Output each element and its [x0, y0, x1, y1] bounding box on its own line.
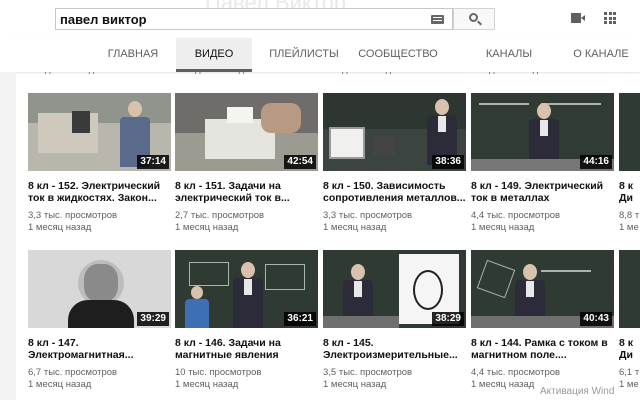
- video-title[interactable]: ток в металлах: [471, 192, 616, 205]
- video-duration: 40:43: [580, 312, 612, 326]
- video-title[interactable]: магнитные явления: [175, 349, 320, 362]
- video-duration: 38:36: [432, 155, 464, 169]
- video-views: 4,4 тыс. просмотров: [471, 210, 561, 221]
- video-thumbnail[interactable]: 38:29: [323, 250, 466, 328]
- video-views: 3,3 тыс. просмотров: [323, 210, 413, 221]
- video-age: 1 месяц назад: [471, 222, 535, 233]
- tab-playlists[interactable]: ПЛЕЙЛИСТЫ: [266, 38, 342, 72]
- video-duration: 42:54: [284, 155, 316, 169]
- video-age: 1 месяц назад: [323, 222, 387, 233]
- video-views: 4,4 тыс. просмотров: [471, 367, 561, 378]
- video-views: 6,1 т: [619, 367, 640, 378]
- video-thumbnail[interactable]: 44:16: [471, 93, 614, 171]
- video-duration: 39:29: [137, 312, 169, 326]
- video-age: 1 месяц назад: [175, 222, 239, 233]
- activation-watermark: Активация Wind: [540, 386, 615, 397]
- video-views: 8,8 т: [619, 210, 640, 221]
- video-duration: 44:16: [580, 155, 612, 169]
- video-views: 10 тыс. просмотров: [175, 367, 262, 378]
- video-views: 6,7 тыс. просмотров: [28, 367, 118, 378]
- video-title[interactable]: Электроизмерительные...: [323, 349, 468, 362]
- video-thumbnail[interactable]: 39:29: [28, 250, 171, 328]
- search-input[interactable]: павел виктор: [55, 8, 453, 30]
- video-title[interactable]: ток в жидкостях. Закон...: [28, 192, 173, 205]
- video-views: 2,7 тыс. просмотров: [175, 210, 265, 221]
- video-thumbnail[interactable]: 42:54: [175, 93, 318, 171]
- tab-channels[interactable]: КАНАЛЫ: [476, 38, 542, 72]
- video-thumbnail[interactable]: [619, 93, 640, 171]
- video-thumbnail[interactable]: 37:14: [28, 93, 171, 171]
- keyboard-icon[interactable]: [431, 15, 444, 24]
- search-query: павел виктор: [60, 12, 147, 27]
- video-title[interactable]: электрический ток в...: [175, 192, 320, 205]
- video-thumbnail[interactable]: [619, 250, 640, 328]
- video-views: 3,5 тыс. просмотров: [323, 367, 413, 378]
- video-age: 1 месяц назад: [323, 379, 387, 390]
- search-button[interactable]: [453, 8, 495, 30]
- video-title[interactable]: Ди: [619, 349, 640, 362]
- video-views: 3,3 тыс. просмотров: [28, 210, 118, 221]
- tab-community[interactable]: СООБЩЕСТВО: [350, 38, 446, 72]
- video-duration: 37:14: [137, 155, 169, 169]
- video-title[interactable]: магнитном поле....: [471, 349, 616, 362]
- video-age: 1 месяц назад: [175, 379, 239, 390]
- video-title[interactable]: Электромагнитная...: [28, 349, 173, 362]
- video-thumbnail[interactable]: 40:43: [471, 250, 614, 328]
- video-age: 1 месяц назад: [28, 379, 92, 390]
- video-age: 1 месяц назад: [28, 222, 92, 233]
- masthead: Павел Виктор павел виктор: [0, 0, 640, 38]
- video-title[interactable]: сопротивления металлов...: [323, 192, 468, 205]
- channel-tabs: ГЛАВНАЯ ВИДЕО ПЛЕЙЛИСТЫ СООБЩЕСТВО КАНАЛ…: [0, 38, 640, 72]
- video-title[interactable]: Ди: [619, 192, 640, 205]
- video-thumbnail[interactable]: 36:21: [175, 250, 318, 328]
- video-age: 1 ме: [619, 222, 639, 233]
- tab-videos[interactable]: ВИДЕО: [176, 38, 252, 72]
- video-duration: 36:21: [284, 312, 316, 326]
- create-video-icon[interactable]: [571, 13, 585, 23]
- tab-about[interactable]: О КАНАЛЕ: [562, 38, 640, 72]
- video-age: 1 ме: [619, 379, 639, 390]
- tab-home[interactable]: ГЛАВНАЯ: [100, 38, 166, 72]
- video-thumbnail[interactable]: 38:36: [323, 93, 466, 171]
- sidebar-edge: [0, 72, 16, 400]
- apps-grid-icon[interactable]: [604, 12, 616, 24]
- video-duration: 38:29: [432, 312, 464, 326]
